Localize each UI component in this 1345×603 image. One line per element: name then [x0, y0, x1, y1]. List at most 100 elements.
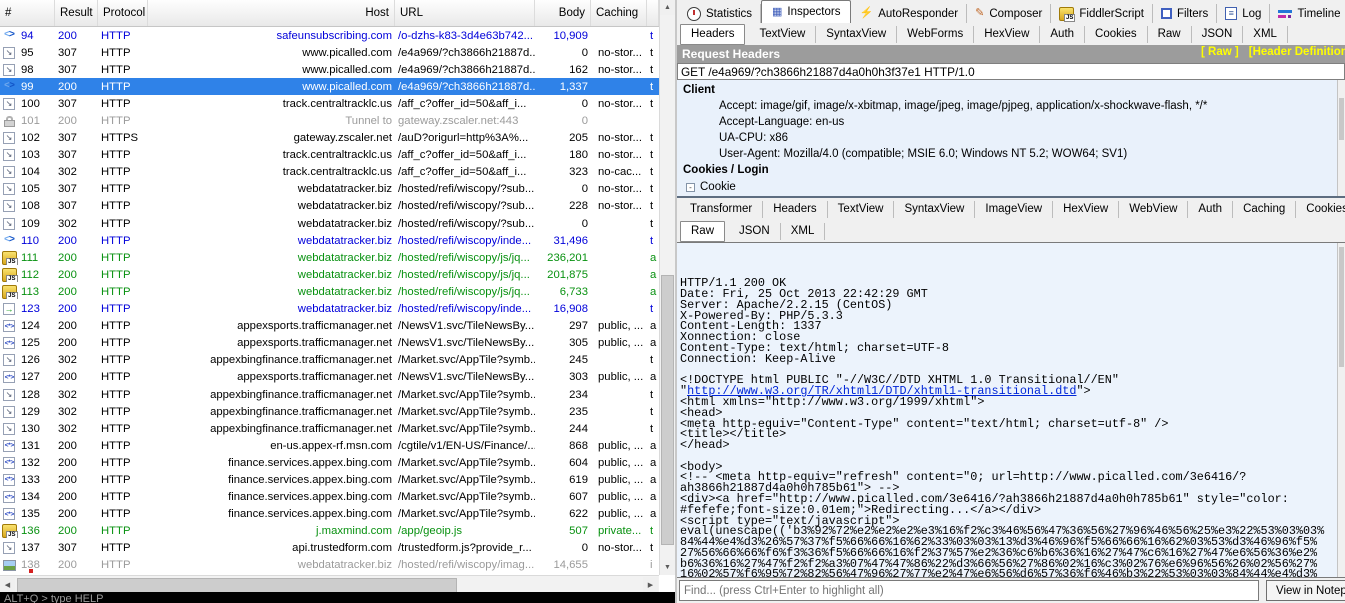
column-header-result[interactable]: Result [55, 0, 98, 26]
request-tab-auth[interactable]: Auth [1040, 26, 1085, 43]
request-tab-cookies[interactable]: Cookies [1085, 26, 1148, 43]
session-row[interactable]: <>110200HTTPwebdatatracker.biz/hosted/re… [0, 232, 659, 249]
session-row[interactable]: <*>131200HTTPen-us.appex-rf.msn.com/cgti… [0, 437, 659, 454]
session-row[interactable]: →123200HTTPwebdatatracker.biz/hosted/ref… [0, 301, 659, 318]
find-input[interactable] [679, 580, 1259, 601]
session-list-horizontal-scrollbar[interactable]: ◀ ▶ [0, 575, 659, 592]
response-tab-cookies[interactable]: Cookies [1296, 201, 1345, 218]
column-header-protocol[interactable]: Protocol [98, 0, 148, 26]
toolbar-tab-filters[interactable]: Filters [1153, 4, 1217, 23]
response-tab-textview[interactable]: TextView [828, 201, 895, 218]
session-row[interactable]: <*>125200HTTPappexsports.trafficmanager.… [0, 335, 659, 352]
session-caching: public, ... [591, 320, 647, 332]
session-row[interactable]: ↘103307HTTPtrack.centraltracklc.us/aff_c… [0, 147, 659, 164]
session-row[interactable]: 138200HTTPwebdatatracker.biz/hosted/refi… [0, 557, 659, 574]
session-row[interactable]: <*>124200HTTPappexsports.trafficmanager.… [0, 318, 659, 335]
scroll-down-arrow-icon[interactable]: ▼ [660, 560, 675, 575]
request-line[interactable]: GET /e4a969/?ch3866h21887d4a0h0h3f37e1 H… [677, 63, 1345, 80]
response-tab-syntaxview[interactable]: SyntaxView [894, 201, 975, 218]
response-tab-transformer[interactable]: Transformer [680, 201, 763, 218]
column-header-body[interactable]: Body [535, 0, 591, 26]
response-raw-scrollbar[interactable] [1337, 243, 1345, 577]
response-tab-auth[interactable]: Auth [1188, 201, 1233, 218]
column-header-url[interactable]: URL [395, 0, 535, 26]
request-tab-webforms[interactable]: WebForms [897, 26, 974, 43]
collapse-expander-icon[interactable]: - [686, 183, 695, 192]
session-list-vertical-scrollbar[interactable]: ▲ ▼ [659, 0, 675, 575]
response-subtab-xml[interactable]: XML [781, 223, 826, 240]
toolbar-tab-inspectors[interactable]: ▦Inspectors [761, 0, 851, 23]
session-caching: public, ... [591, 508, 647, 520]
scroll-right-arrow-icon[interactable]: ▶ [643, 577, 658, 592]
request-tree-scrollbar[interactable] [1337, 80, 1345, 196]
session-row[interactable]: <*>127200HTTPappexsports.trafficmanager.… [0, 369, 659, 386]
response-tab-headers[interactable]: Headers [763, 201, 827, 218]
session-row[interactable]: <*>135200HTTPfinance.services.appex.bing… [0, 506, 659, 523]
request-tab-textview[interactable]: TextView [749, 26, 816, 43]
session-row[interactable]: JS111200HTTPwebdatatracker.biz/hosted/re… [0, 249, 659, 266]
scroll-up-arrow-icon[interactable]: ▲ [660, 0, 675, 15]
session-protocol: HTTP [98, 303, 148, 315]
session-row[interactable]: 101200HTTPTunnel togateway.zscaler.net:4… [0, 112, 659, 129]
session-row[interactable]: ↘104302HTTPtrack.centraltracklc.us/aff_c… [0, 164, 659, 181]
session-row[interactable]: JS112200HTTPwebdatatracker.biz/hosted/re… [0, 266, 659, 283]
session-row[interactable]: ↘95307HTTPwww.picalled.com/e4a969/?ch386… [0, 44, 659, 61]
vertical-scroll-thumb[interactable] [661, 275, 674, 545]
request-tree-scroll-thumb[interactable] [1339, 98, 1344, 140]
header-tree-item[interactable]: -Cookie [677, 178, 1345, 193]
header-item[interactable]: Accept: image/gif, image/x-xbitmap, imag… [677, 98, 1345, 114]
header-item[interactable]: Accept-Language: en-us [677, 114, 1345, 130]
quickexec-bar[interactable]: ALT+Q > type HELP [0, 592, 675, 603]
request-tab-raw[interactable]: Raw [1148, 26, 1192, 43]
view-in-notepad-button[interactable]: View in Notepad [1266, 580, 1345, 601]
column-header-extra[interactable] [647, 0, 659, 26]
session-row[interactable]: ↘129302HTTPappexbingfinance.trafficmanag… [0, 403, 659, 420]
session-row[interactable]: ↘102307HTTPSgateway.zscaler.net/auD?orig… [0, 130, 659, 147]
session-row[interactable]: <*>133200HTTPfinance.services.appex.bing… [0, 471, 659, 488]
session-row[interactable]: <*>134200HTTPfinance.services.appex.bing… [0, 489, 659, 506]
session-row[interactable]: ↘128302HTTPappexbingfinance.trafficmanag… [0, 386, 659, 403]
response-tab-imageview[interactable]: ImageView [975, 201, 1053, 218]
session-row[interactable]: ↘108307HTTPwebdatatracker.biz/hosted/ref… [0, 198, 659, 215]
session-row[interactable]: <>94200HTTPsafeunsubscribing.com/o-dzhs-… [0, 27, 659, 44]
request-tab-json[interactable]: JSON [1192, 26, 1244, 43]
session-row[interactable]: ↘130302HTTPappexbingfinance.trafficmanag… [0, 420, 659, 437]
session-row[interactable]: ↘105307HTTPwebdatatracker.biz/hosted/ref… [0, 181, 659, 198]
session-row[interactable]: ↘109302HTTPwebdatatracker.biz/hosted/ref… [0, 215, 659, 232]
horizontal-scroll-thumb[interactable] [17, 578, 457, 593]
toolbar-tab-statistics[interactable]: Statistics [679, 4, 761, 23]
scroll-left-arrow-icon[interactable]: ◀ [0, 577, 15, 592]
response-tab-webview[interactable]: WebView [1119, 201, 1188, 218]
header-item[interactable]: User-Agent: Mozilla/4.0 (compatible; MSI… [677, 146, 1345, 162]
header-item[interactable]: UA-CPU: x86 [677, 130, 1345, 146]
session-row[interactable]: <>99200HTTPwww.picalled.com/e4a969/?ch38… [0, 78, 659, 95]
column-header-caching[interactable]: Caching [591, 0, 647, 26]
toolbar-tab-composer[interactable]: ✎Composer [967, 4, 1051, 23]
request-tab-xml[interactable]: XML [1243, 26, 1288, 43]
raw-link[interactable]: [ Raw ] [1201, 46, 1239, 58]
response-raw-scroll-thumb[interactable] [1339, 247, 1344, 367]
toolbar-tab-fiddlerscript[interactable]: JSFiddlerScript [1051, 4, 1153, 23]
column-header-#[interactable]: # [0, 0, 55, 26]
session-row[interactable]: JS136200HTTPj.maxmind.com/app/geoip.js50… [0, 523, 659, 540]
response-tab-caching[interactable]: Caching [1233, 201, 1296, 218]
request-tab-syntaxview[interactable]: SyntaxView [816, 26, 897, 43]
response-subtab-raw[interactable]: Raw [680, 221, 725, 242]
session-row[interactable]: ↘98307HTTPwww.picalled.com/e4a969/?ch386… [0, 61, 659, 78]
session-row[interactable]: <*>132200HTTPfinance.services.appex.bing… [0, 454, 659, 471]
request-tab-hexview[interactable]: HexView [974, 26, 1040, 43]
response-subtab-json[interactable]: JSON [729, 223, 781, 240]
toolbar-tab-log[interactable]: ≡Log [1217, 4, 1270, 23]
response-raw-view[interactable]: HTTP/1.1 200 OKDate: Fri, 25 Oct 2013 22… [677, 242, 1345, 578]
session-row[interactable]: ↘137307HTTPapi.trustedform.com/trustedfo… [0, 540, 659, 557]
column-header-host[interactable]: Host [148, 0, 395, 26]
toolbar-tab-timeline[interactable]: Timeline [1270, 4, 1345, 23]
session-row[interactable]: ↘126302HTTPappexbingfinance.trafficmanag… [0, 352, 659, 369]
session-icon-cell: <*> [0, 337, 18, 349]
request-tab-headers[interactable]: Headers [680, 24, 745, 45]
header-definitions-link[interactable]: [Header Definitions] [1249, 46, 1345, 58]
session-row[interactable]: ↘100307HTTPtrack.centraltracklc.us/aff_c… [0, 95, 659, 112]
session-row[interactable]: JS113200HTTPwebdatatracker.biz/hosted/re… [0, 283, 659, 300]
toolbar-tab-autoresponder[interactable]: ⚡AutoResponder [851, 4, 967, 23]
response-tab-hexview[interactable]: HexView [1053, 201, 1119, 218]
